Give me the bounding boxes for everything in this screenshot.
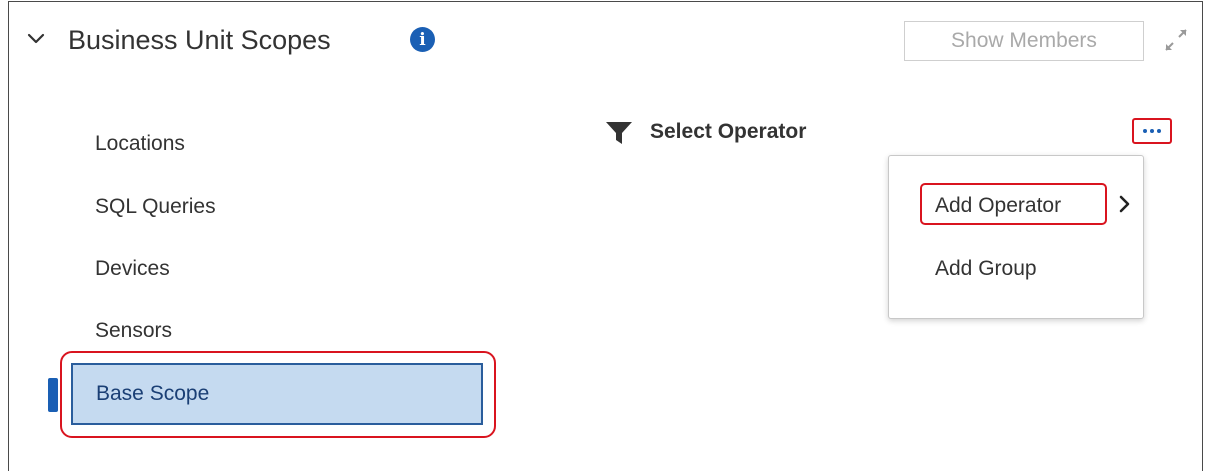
chevron-right-icon[interactable]: [1118, 194, 1132, 214]
sidebar-item-base-scope[interactable]: Base Scope: [71, 363, 483, 425]
sidebar-item-locations[interactable]: Locations: [95, 131, 185, 157]
sidebar-item-sensors[interactable]: Sensors: [95, 318, 172, 344]
filter-icon: [606, 122, 632, 144]
info-icon[interactable]: i: [410, 27, 435, 52]
ellipsis-icon: [1143, 129, 1161, 133]
menu-item-add-group[interactable]: Add Group: [935, 255, 1037, 283]
sidebar-item-devices[interactable]: Devices: [95, 256, 170, 282]
collapse-toggle[interactable]: [27, 30, 45, 48]
sidebar-item-label: Base Scope: [96, 382, 210, 405]
more-options-button[interactable]: [1132, 118, 1172, 144]
select-operator-label[interactable]: Select Operator: [650, 118, 806, 146]
panel-title: Business Unit Scopes: [68, 25, 331, 55]
show-members-button[interactable]: Show Members: [904, 21, 1144, 61]
add-operator-highlight: [920, 183, 1107, 225]
expand-arrows-icon[interactable]: [1163, 27, 1189, 53]
chevron-down-icon: [27, 33, 45, 44]
sidebar-item-sql-queries[interactable]: SQL Queries: [95, 194, 216, 220]
options-menu: Add Operator Add Group: [888, 155, 1144, 319]
active-item-indicator: [48, 378, 58, 412]
